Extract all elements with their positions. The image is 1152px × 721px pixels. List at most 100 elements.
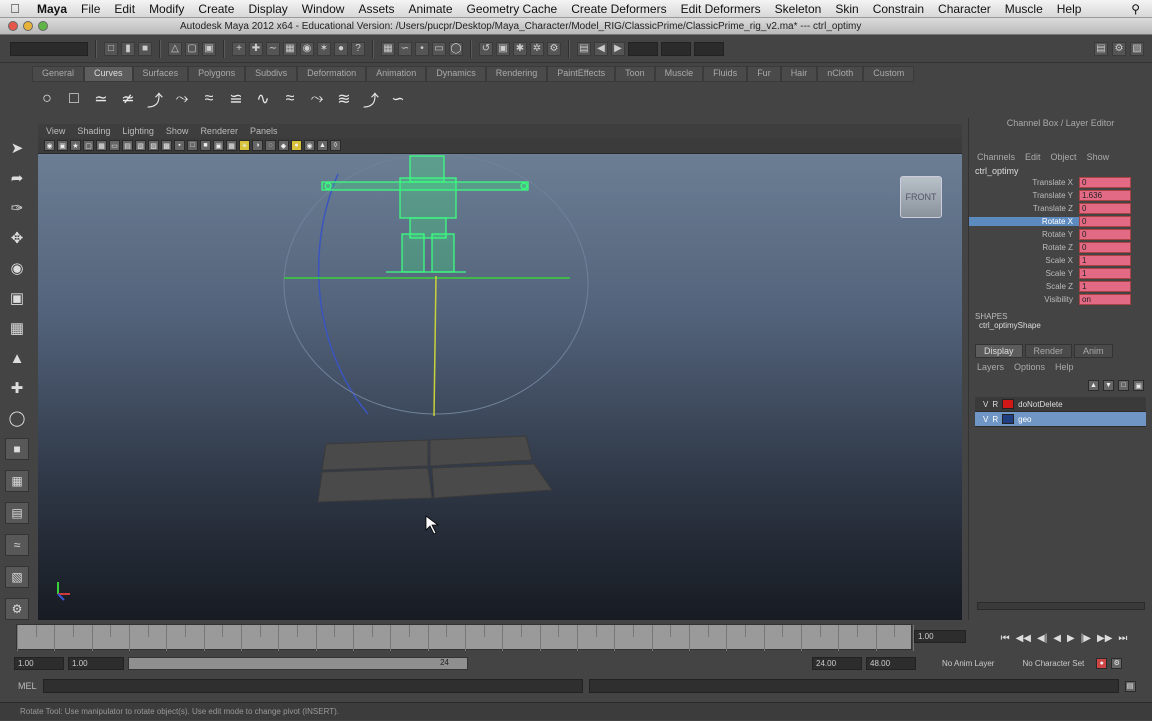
layer-visibility-toggle[interactable]: V <box>983 415 988 424</box>
menu-skin[interactable]: Skin <box>828 2 865 16</box>
play-forwards-icon[interactable]: ▶ <box>1067 633 1075 644</box>
new-layer-from-selection-icon[interactable]: ▣ <box>1133 380 1144 391</box>
move-tool-icon[interactable]: ✥ <box>6 228 28 248</box>
shelf-tab-surfaces[interactable]: Surfaces <box>132 66 189 82</box>
channel-value[interactable]: 0 <box>1079 216 1131 227</box>
select-component-icon[interactable]: ▣ <box>202 41 216 56</box>
pick-deformations-icon[interactable]: ◉ <box>300 41 314 56</box>
menu-assets[interactable]: Assets <box>351 2 401 16</box>
menu-create-deformers[interactable]: Create Deformers <box>564 2 673 16</box>
panel-menu-shading[interactable]: Shading <box>77 126 110 136</box>
command-input[interactable] <box>42 679 583 693</box>
x-field[interactable] <box>628 41 658 56</box>
channel-row[interactable]: Rotate Y 0 <box>969 228 1152 241</box>
attach-curves-icon[interactable]: ≈ <box>198 88 220 110</box>
z-field[interactable] <box>694 41 724 56</box>
animation-end-field[interactable]: 48.00 <box>866 656 916 670</box>
layer-name[interactable]: geo <box>1018 415 1031 424</box>
menu-skeleton[interactable]: Skeleton <box>768 2 829 16</box>
channel-box-icon[interactable]: ▧ <box>1130 41 1144 56</box>
menu-animate[interactable]: Animate <box>402 2 460 16</box>
layer-scrollbar[interactable] <box>977 602 1145 610</box>
channel-row[interactable]: Rotate Z 0 <box>969 241 1152 254</box>
go-to-start-icon[interactable]: ⏮ <box>1001 633 1010 644</box>
textured-icon[interactable]: ▦ <box>226 140 237 151</box>
shelf-tab-fur[interactable]: Fur <box>747 66 781 82</box>
open-scene-icon[interactable]: ▮ <box>121 41 135 56</box>
layer-playback-toggle[interactable]: R <box>992 400 998 409</box>
panel-menu-lighting[interactable]: Lighting <box>122 126 154 136</box>
pick-misc-icon[interactable]: ? <box>351 41 365 56</box>
channel-row[interactable]: Translate Y 1.636 <box>969 189 1152 202</box>
insert-knot-icon[interactable]: ≋ <box>333 88 355 110</box>
anim-layer-dropdown[interactable]: No Anim Layer <box>942 659 994 668</box>
layer-visibility-toggle[interactable]: V <box>983 400 988 409</box>
fillet-curve-icon[interactable]: ⤳ <box>306 88 328 110</box>
viewcube[interactable]: FRONT <box>900 176 942 218</box>
snap-plane-icon[interactable]: ▭ <box>432 41 446 56</box>
layer-color-swatch[interactable] <box>1002 399 1015 409</box>
cb-menu-edit[interactable]: Edit <box>1025 152 1041 162</box>
menu-edit-deformers[interactable]: Edit Deformers <box>674 2 768 16</box>
menu-set-dropdown[interactable] <box>10 41 88 56</box>
perspective-viewport[interactable] <box>38 154 962 620</box>
pick-rendering-icon[interactable]: ● <box>334 41 348 56</box>
shelf-tab-animation[interactable]: Animation <box>366 66 427 82</box>
move-layer-up-icon[interactable]: ▲ <box>1088 380 1099 391</box>
menu-edit[interactable]: Edit <box>107 2 142 16</box>
rotate-tool-icon[interactable]: ◉ <box>6 258 28 278</box>
render-settings-icon[interactable]: ⚙ <box>547 41 561 56</box>
isolate-select-icon[interactable]: ◆ <box>278 140 289 151</box>
film-gate-icon[interactable]: ▭ <box>109 140 120 151</box>
reverse-curve-icon[interactable]: ∽ <box>387 88 409 110</box>
extend-curve-icon[interactable]: ⤴ <box>360 88 382 110</box>
menu-muscle[interactable]: Muscle <box>998 2 1050 16</box>
soft-mod-icon[interactable]: ▲ <box>6 348 28 368</box>
safe-title-icon[interactable]: ▪ <box>174 140 185 151</box>
shelf-tab-hair[interactable]: Hair <box>780 66 818 82</box>
panel-menu-show[interactable]: Show <box>166 126 189 136</box>
menu-geometry-cache[interactable]: Geometry Cache <box>460 2 565 16</box>
shadows-icon[interactable]: ◑ <box>252 140 263 151</box>
channel-value[interactable]: 0 <box>1079 177 1131 188</box>
xray-icon[interactable]: ◌ <box>265 140 276 151</box>
pick-surfaces-icon[interactable]: ▦ <box>283 41 297 56</box>
panel-menu-view[interactable]: View <box>46 126 65 136</box>
last-tool-icon[interactable]: ◯ <box>6 408 28 428</box>
channel-value[interactable]: 0 <box>1079 229 1131 240</box>
camera-attr-icon[interactable]: ▣ <box>57 140 68 151</box>
ao-icon[interactable]: ◉ <box>304 140 315 151</box>
menu-modify[interactable]: Modify <box>142 2 191 16</box>
character-set-dropdown[interactable]: No Character Set <box>1022 659 1084 668</box>
menu-character[interactable]: Character <box>931 2 998 16</box>
channel-value[interactable]: on <box>1079 294 1131 305</box>
universal-manip-icon[interactable]: ▦ <box>6 318 28 338</box>
shelf-tab-muscle[interactable]: Muscle <box>654 66 704 82</box>
shelf-tab-subdivs[interactable]: Subdivs <box>245 66 298 82</box>
render-view-icon[interactable]: ▣ <box>496 41 510 56</box>
new-empty-layer-icon[interactable]: □ <box>1118 380 1129 391</box>
offset-curve-icon[interactable]: ≈ <box>279 88 301 110</box>
step-back-key-icon[interactable]: ◀◀ <box>1016 633 1031 644</box>
playback-start-field[interactable]: 1.00 <box>68 656 124 670</box>
channel-value[interactable]: 1.636 <box>1079 190 1131 201</box>
nurbs-square-icon[interactable]: □ <box>63 88 85 110</box>
command-language-label[interactable]: MEL <box>18 681 37 691</box>
select-object-icon[interactable]: ▢ <box>185 41 199 56</box>
attribute-editor-icon[interactable]: ▤ <box>1094 41 1108 56</box>
auto-key-icon[interactable]: ● <box>1096 657 1108 669</box>
cv-curve-icon[interactable]: ≃ <box>90 88 112 110</box>
field-chart-icon[interactable]: ▨ <box>148 140 159 151</box>
snap-live-icon[interactable]: ◯ <box>449 41 463 56</box>
play-backwards-icon[interactable]: ◀ <box>1053 633 1061 644</box>
pick-curves-icon[interactable]: ∼ <box>266 41 280 56</box>
apple-icon[interactable]:  <box>0 1 30 16</box>
channel-value[interactable]: 1 <box>1079 281 1131 292</box>
resolution-gate-icon[interactable]: ▤ <box>122 140 133 151</box>
hq-render-icon[interactable]: ● <box>291 140 302 151</box>
bookmark-icon[interactable]: ★ <box>70 140 81 151</box>
transform-y-icon[interactable]: ▶ <box>611 41 625 56</box>
playback-end-field[interactable]: 24.00 <box>812 656 862 670</box>
layer-row-selected[interactable]: V R geo <box>975 412 1146 427</box>
pencil-curve-icon[interactable]: ⤴ <box>144 88 166 110</box>
